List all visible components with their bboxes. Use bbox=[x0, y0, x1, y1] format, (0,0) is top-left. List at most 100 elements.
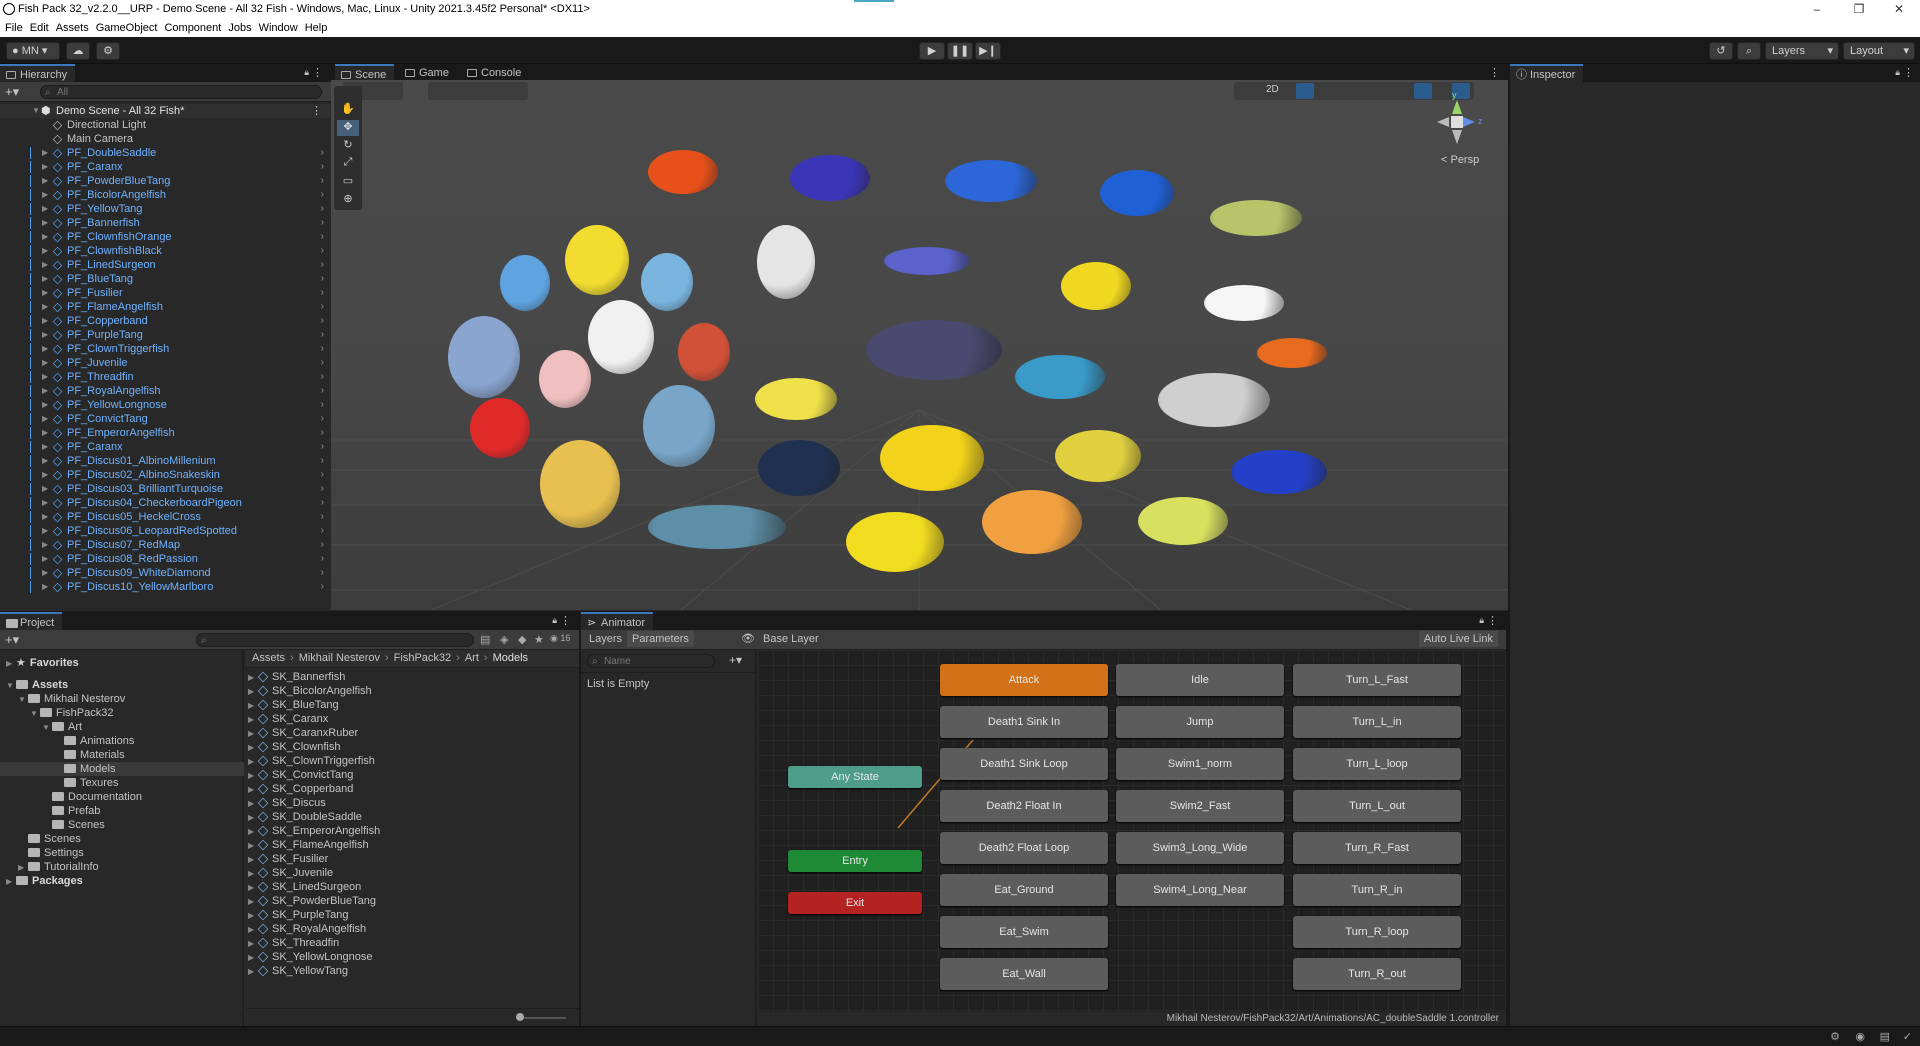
state-node[interactable]: Jump bbox=[1116, 706, 1284, 738]
filter-icon[interactable]: ▤ bbox=[480, 633, 490, 646]
chevron-right-icon[interactable]: › bbox=[321, 244, 324, 258]
fish-model[interactable] bbox=[945, 160, 1037, 202]
expand-arrow-icon[interactable]: ▶ bbox=[42, 384, 48, 398]
asset-item[interactable]: ▶ SK_Juvenile bbox=[246, 866, 333, 880]
hierarchy-item[interactable]: ▶ › PF_EmperorAngelfish bbox=[0, 426, 330, 440]
asset-item[interactable]: ▶ SK_YellowTang bbox=[246, 964, 348, 978]
chevron-right-icon[interactable]: › bbox=[321, 328, 324, 342]
slider-handle[interactable] bbox=[516, 1013, 524, 1021]
expand-arrow-icon[interactable]: ▶ bbox=[42, 230, 48, 244]
gizmo-y-axis[interactable] bbox=[1452, 100, 1462, 114]
tab-project[interactable]: Project bbox=[0, 612, 63, 630]
rotate-tool-icon[interactable]: ↻ bbox=[337, 138, 359, 154]
hierarchy-item[interactable]: ▶ › PF_ClownTriggerfish bbox=[0, 342, 330, 356]
kebab-menu-icon[interactable]: ⋮ bbox=[1489, 66, 1500, 79]
asset-item[interactable]: ▶ SK_CaranxRuber bbox=[246, 726, 358, 740]
hierarchy-search-input[interactable]: ⌕ All bbox=[40, 85, 322, 99]
chevron-right-icon[interactable]: › bbox=[321, 272, 324, 286]
chevron-right-icon[interactable]: › bbox=[321, 566, 324, 580]
fish-model[interactable] bbox=[1257, 338, 1327, 368]
state-node[interactable]: Turn_L_out bbox=[1293, 790, 1461, 822]
expand-arrow-icon[interactable]: ▶ bbox=[248, 965, 258, 979]
move-tool-icon[interactable]: ✥ bbox=[337, 120, 359, 136]
fish-model[interactable] bbox=[1055, 430, 1141, 482]
snap-tools[interactable] bbox=[428, 82, 528, 100]
fish-model[interactable] bbox=[470, 398, 530, 458]
perspective-label[interactable]: < Persp bbox=[1441, 154, 1479, 166]
search-icon[interactable]: ⌕ bbox=[1737, 42, 1761, 60]
chevron-right-icon[interactable]: › bbox=[321, 342, 324, 356]
expand-arrow-icon[interactable]: ▶ bbox=[42, 188, 48, 202]
expand-arrow-icon[interactable]: ▶ bbox=[248, 741, 258, 755]
expand-arrow-icon[interactable]: ▼ bbox=[6, 679, 16, 693]
hierarchy-item[interactable]: Main Camera bbox=[0, 132, 330, 146]
project-tree-item[interactable]: ▶ ★ Favorites bbox=[0, 656, 244, 670]
chevron-right-icon[interactable]: › bbox=[321, 384, 324, 398]
asset-item[interactable]: ▶ SK_Caranx bbox=[246, 712, 328, 726]
expand-arrow-icon[interactable]: ▶ bbox=[248, 951, 258, 965]
chevron-right-icon[interactable]: › bbox=[321, 426, 324, 440]
expand-arrow-icon[interactable]: ▶ bbox=[248, 769, 258, 783]
project-tree-item[interactable]: Materials bbox=[0, 748, 244, 762]
state-node[interactable]: Turn_R_Fast bbox=[1293, 832, 1461, 864]
expand-arrow-icon[interactable]: ▶ bbox=[42, 146, 48, 160]
chevron-right-icon[interactable]: › bbox=[321, 468, 324, 482]
asset-item[interactable]: ▶ SK_PurpleTang bbox=[246, 908, 348, 922]
expand-arrow-icon[interactable]: ▶ bbox=[42, 552, 48, 566]
expand-arrow-icon[interactable]: ▶ bbox=[248, 783, 258, 797]
chevron-right-icon[interactable]: › bbox=[321, 202, 324, 216]
base-layer-breadcrumb[interactable]: Base Layer bbox=[763, 633, 819, 645]
expand-arrow-icon[interactable]: ▶ bbox=[42, 538, 48, 552]
any-state-node[interactable]: Any State bbox=[788, 766, 922, 788]
label-filter-icon[interactable]: ◆ bbox=[518, 633, 526, 646]
tab-inspector[interactable]: ⓘ Inspector bbox=[1510, 64, 1584, 82]
hierarchy-item[interactable]: ▶ › PF_PurpleTang bbox=[0, 328, 330, 342]
fish-model[interactable] bbox=[790, 155, 870, 201]
kebab-menu-icon[interactable]: ⋮ bbox=[312, 66, 323, 79]
play-button[interactable]: ▶ bbox=[919, 42, 945, 60]
hierarchy-item[interactable]: ▶ › PF_Discus04_CheckerboardPigeon bbox=[0, 496, 330, 510]
fish-model[interactable] bbox=[648, 150, 718, 194]
state-node[interactable]: Turn_L_in bbox=[1293, 706, 1461, 738]
hierarchy-item[interactable]: ▶ › PF_YellowLongnose bbox=[0, 398, 330, 412]
chevron-right-icon[interactable]: › bbox=[321, 580, 324, 594]
project-tree-item[interactable]: ▶ TutorialInfo bbox=[0, 860, 244, 874]
expand-arrow-icon[interactable]: ▶ bbox=[42, 342, 48, 356]
collab-icon[interactable]: ⚙ bbox=[96, 42, 120, 60]
asset-item[interactable]: ▶ SK_LinedSurgeon bbox=[246, 880, 361, 894]
lock-icon[interactable]: 🔒︎ bbox=[304, 67, 309, 78]
auto-live-link-button[interactable]: Auto Live Link bbox=[1418, 631, 1498, 647]
chevron-right-icon[interactable]: › bbox=[321, 300, 324, 314]
parameters-tab[interactable]: Parameters bbox=[627, 631, 694, 647]
chevron-right-icon[interactable]: › bbox=[321, 216, 324, 230]
state-node[interactable]: Turn_L_Fast bbox=[1293, 664, 1461, 696]
expand-arrow-icon[interactable]: ▶ bbox=[42, 356, 48, 370]
lock-icon[interactable]: 🔒︎ bbox=[1895, 67, 1900, 78]
asset-item[interactable]: ▶ SK_BicolorAngelfish bbox=[246, 684, 372, 698]
kebab-menu-icon[interactable]: ⋮ bbox=[560, 614, 571, 627]
state-node[interactable]: Turn_R_loop bbox=[1293, 916, 1461, 948]
parameter-search-input[interactable]: ⌕ Name bbox=[587, 654, 715, 668]
hierarchy-item[interactable]: ▶ › PF_Fusilier bbox=[0, 286, 330, 300]
hierarchy-item[interactable]: ▶ › PF_Discus03_BrilliantTurquoise bbox=[0, 482, 330, 496]
hierarchy-item[interactable]: ▶ › PF_Discus10_YellowMarlboro bbox=[0, 580, 330, 594]
hierarchy-item[interactable]: ▶ › PF_ClownfishOrange bbox=[0, 230, 330, 244]
expand-arrow-icon[interactable]: ▶ bbox=[42, 440, 48, 454]
expand-arrow-icon[interactable]: ▶ bbox=[42, 370, 48, 384]
breadcrumb-item[interactable]: Art bbox=[465, 652, 479, 664]
asset-item[interactable]: ▶ SK_PowderBlueTang bbox=[246, 894, 376, 908]
chevron-right-icon[interactable]: › bbox=[321, 160, 324, 174]
project-tree-item[interactable]: Texures bbox=[0, 776, 244, 790]
scale-tool-icon[interactable]: ⤢ bbox=[337, 156, 359, 172]
expand-arrow-icon[interactable]: ▶ bbox=[6, 875, 16, 889]
hierarchy-item[interactable]: ▶ › PF_Discus09_WhiteDiamond bbox=[0, 566, 330, 580]
hierarchy-item[interactable]: ▶ › PF_Discus06_LeopardRedSpotted bbox=[0, 524, 330, 538]
breadcrumb-item[interactable]: Assets bbox=[252, 652, 285, 664]
chevron-right-icon[interactable]: › bbox=[321, 146, 324, 160]
expand-arrow-icon[interactable]: ▶ bbox=[42, 314, 48, 328]
add-icon[interactable]: +▾ bbox=[5, 632, 19, 648]
menu-item-window[interactable]: Window bbox=[259, 22, 298, 34]
expand-arrow-icon[interactable]: ▶ bbox=[248, 853, 258, 867]
project-tree-item[interactable]: ▶ Packages bbox=[0, 874, 244, 888]
asset-item[interactable]: ▶ SK_Copperband bbox=[246, 782, 353, 796]
